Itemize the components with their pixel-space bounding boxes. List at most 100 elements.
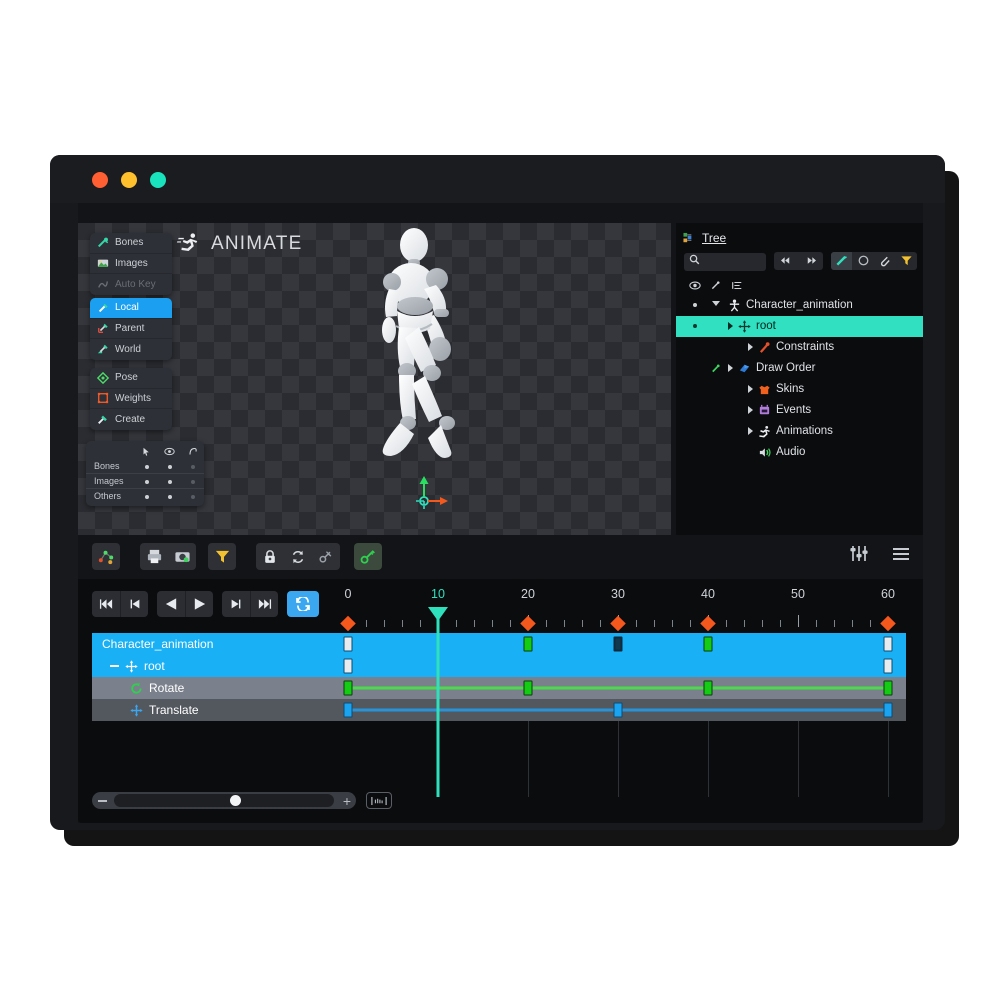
tree-node-root[interactable]: root (676, 315, 923, 337)
forward-button[interactable] (798, 252, 822, 270)
close-window-button[interactable] (92, 172, 108, 188)
visibility-dot[interactable] (158, 489, 181, 504)
nokey-button[interactable] (312, 543, 340, 570)
play-reverse-button[interactable] (157, 591, 185, 617)
tool-local[interactable]: Local (90, 298, 172, 319)
keyframe[interactable] (343, 658, 353, 674)
visibility-row[interactable]: Bones (86, 459, 204, 474)
funnel-filter-button[interactable] (895, 252, 917, 270)
tool-bones[interactable]: Bones (90, 233, 172, 254)
skip-start-button[interactable] (92, 591, 120, 617)
link-indicator[interactable] (705, 363, 726, 374)
filter-button[interactable] (208, 543, 236, 570)
tool-auto-key[interactable]: Auto Key (90, 274, 172, 295)
keyframe[interactable] (343, 636, 353, 652)
timeline-row-rotate[interactable]: Rotate (92, 677, 906, 699)
keyframe[interactable] (343, 680, 353, 696)
step-back-button[interactable] (120, 591, 148, 617)
eye-icon[interactable] (684, 281, 705, 290)
tool-create[interactable]: Create (90, 409, 172, 430)
lock-button[interactable] (256, 543, 284, 570)
bones-filter-button[interactable] (830, 251, 853, 270)
timeline-ruler[interactable]: 0 10 20 30 40 50 60 (336, 585, 906, 633)
tool-parent[interactable]: Parent (90, 319, 172, 339)
ruler-keyframe-marker[interactable] (520, 615, 536, 632)
visibility-dot[interactable] (158, 459, 181, 474)
ruler-keyframe-marker[interactable] (880, 615, 896, 632)
timeline-row-animation[interactable]: Character_animation (92, 633, 906, 655)
tool-weights[interactable]: Weights (90, 389, 172, 409)
keyframe[interactable] (613, 636, 623, 652)
keyframe[interactable] (883, 680, 893, 696)
play-button[interactable] (185, 591, 213, 617)
tree-node-character-animation[interactable]: Character_animation (676, 295, 923, 316)
visibility-dot[interactable] (181, 459, 204, 474)
timeline-row-bone[interactable]: root (92, 655, 906, 677)
expander-right[interactable] (748, 343, 753, 351)
keyframe[interactable] (703, 636, 713, 652)
step-forward-button[interactable] (222, 591, 250, 617)
timeline-track-rotate[interactable] (336, 677, 906, 699)
tool-images[interactable]: Images (90, 254, 172, 274)
minimize-window-button[interactable] (121, 172, 137, 188)
expander-right[interactable] (728, 364, 733, 372)
attachment-filter-button[interactable] (874, 252, 896, 270)
tree-node-audio[interactable]: Audio (676, 442, 923, 463)
circle-filter-button[interactable] (852, 252, 874, 270)
visibility-dot[interactable] (158, 473, 181, 489)
visibility-dot[interactable] (135, 473, 158, 489)
tree-node-events[interactable]: Events (676, 400, 923, 421)
visibility-row[interactable]: Others (86, 489, 204, 504)
visibility-row[interactable]: Images (86, 473, 204, 489)
keyframe[interactable] (703, 680, 713, 696)
skip-end-button[interactable] (250, 591, 278, 617)
fit-to-view-button[interactable] (366, 792, 392, 809)
timeline-track-bone[interactable] (336, 655, 906, 677)
zoom-in-button[interactable]: + (343, 794, 351, 808)
tool-pose[interactable]: Pose (90, 368, 172, 389)
keyframe[interactable] (883, 702, 893, 718)
expander-right[interactable] (748, 406, 753, 414)
key-button[interactable] (354, 543, 382, 570)
tree-node-skins[interactable]: Skins (676, 379, 923, 400)
link-icon[interactable] (705, 280, 726, 291)
keyframe[interactable] (883, 658, 893, 674)
keyframe[interactable] (523, 680, 533, 696)
zoom-slider[interactable]: + (92, 792, 356, 809)
visibility-dot[interactable] (181, 489, 204, 504)
loop-button[interactable] (287, 591, 319, 617)
ruler-keyframe-marker[interactable] (700, 615, 716, 632)
keyframe[interactable] (613, 702, 623, 718)
viewport-canvas[interactable]: ANIMATE Bones Images Auto Key Local Pare… (78, 223, 671, 535)
visibility-dot[interactable] (684, 303, 705, 307)
timeline-track-translate[interactable] (336, 699, 906, 721)
keyframe[interactable] (343, 702, 353, 718)
zoom-slider-knob[interactable] (230, 795, 241, 806)
zoom-out-button[interactable] (98, 799, 107, 802)
keyframe[interactable] (523, 636, 533, 652)
character-mannequin[interactable] (370, 227, 480, 482)
expander-minus[interactable] (110, 665, 119, 667)
expander-right[interactable] (748, 427, 753, 435)
visibility-dot[interactable] (181, 473, 204, 489)
timeline-row-translate[interactable]: Translate (92, 699, 906, 721)
ruler-keyframe-marker[interactable] (610, 615, 626, 632)
expander-right[interactable] (748, 385, 753, 393)
tool-world[interactable]: World (90, 339, 172, 360)
list-icon[interactable] (726, 280, 747, 291)
keyframe[interactable] (883, 636, 893, 652)
refresh-button[interactable] (284, 543, 312, 570)
tree-node-animations[interactable]: Animations (676, 421, 923, 442)
tree-node-draw-order[interactable]: Draw Order (676, 358, 923, 379)
menu-button[interactable] (891, 546, 911, 567)
ruler-keyframe-marker[interactable] (340, 615, 356, 632)
settings-sliders-button[interactable] (849, 545, 869, 568)
tree-node-constraints[interactable]: Constraints (676, 337, 923, 358)
visibility-dot[interactable] (684, 324, 705, 328)
visibility-dot[interactable] (135, 489, 158, 504)
timeline-track-animation[interactable] (336, 633, 906, 655)
visibility-dot[interactable] (135, 459, 158, 474)
root-gizmo[interactable] (408, 475, 452, 511)
zoom-window-button[interactable] (150, 172, 166, 188)
graph-button[interactable] (92, 543, 120, 570)
